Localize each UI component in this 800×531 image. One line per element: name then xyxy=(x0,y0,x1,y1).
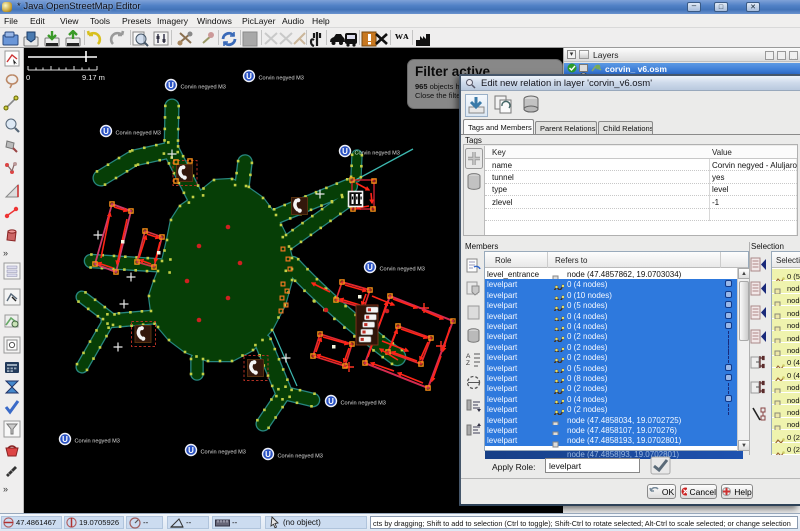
svg-text:U: U xyxy=(188,446,194,455)
svg-text:Corvin negyed M3: Corvin negyed M3 xyxy=(75,439,120,445)
svg-text:Z: Z xyxy=(466,360,470,367)
svg-text:Corvin negyed M3: Corvin negyed M3 xyxy=(380,267,425,273)
svg-text:Corvin negyed M3: Corvin negyed M3 xyxy=(116,131,161,137)
svg-text:Corvin negyed M3: Corvin negyed M3 xyxy=(355,151,400,157)
svg-text:U: U xyxy=(103,127,109,136)
svg-text:0: 0 xyxy=(26,73,30,82)
svg-text:A: A xyxy=(466,353,471,360)
svg-text:U: U xyxy=(168,81,174,90)
svg-text:Corvin negyed M3: Corvin negyed M3 xyxy=(341,401,386,407)
svg-text:Corvin negyed M3: Corvin negyed M3 xyxy=(181,85,226,91)
svg-text:Corvin negyed M3: Corvin negyed M3 xyxy=(278,454,323,460)
svg-text:U: U xyxy=(246,72,252,81)
svg-text:U: U xyxy=(342,147,348,156)
svg-text:Corvin negyed M3: Corvin negyed M3 xyxy=(259,76,304,82)
svg-text:9.17 m: 9.17 m xyxy=(82,73,105,82)
svg-text:U: U xyxy=(265,450,271,459)
svg-text:U: U xyxy=(328,397,334,406)
svg-text:U: U xyxy=(62,435,68,444)
svg-text:Corvin negyed M3: Corvin negyed M3 xyxy=(201,450,246,456)
svg-text:U: U xyxy=(367,263,373,272)
